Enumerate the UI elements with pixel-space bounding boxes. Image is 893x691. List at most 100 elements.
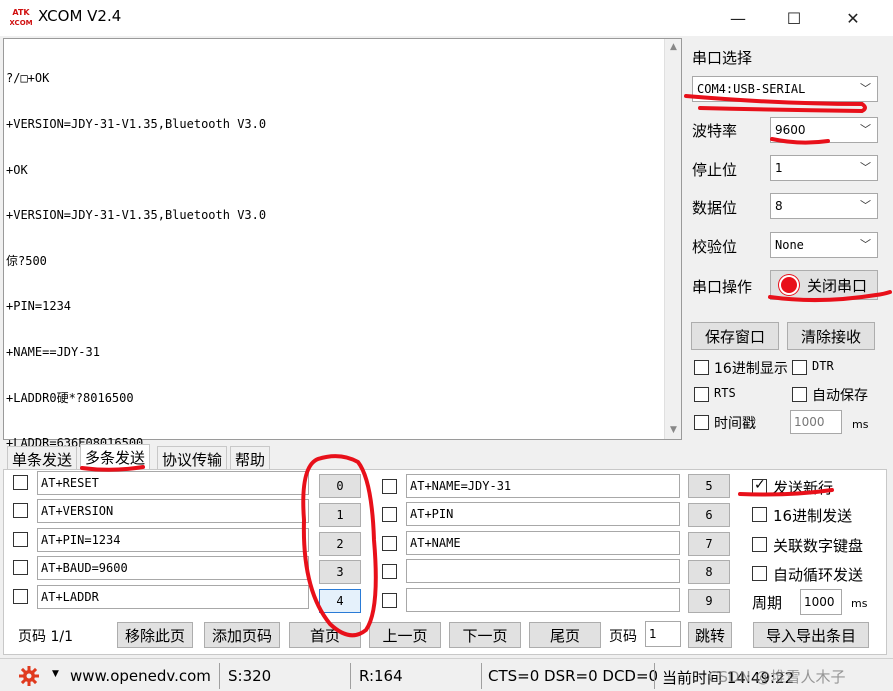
send-newline-label: 发送新行 xyxy=(773,479,834,497)
data-bits-label: 数据位 xyxy=(692,199,738,217)
minimize-button[interactable]: — xyxy=(715,0,761,36)
data-bits-select[interactable]: 8 ﹀ xyxy=(770,193,878,219)
maximize-icon: ☐ xyxy=(786,8,802,28)
tab-single-send[interactable]: 单条发送 xyxy=(7,446,78,470)
title-bar: ATK XCOM XCOM V2.4 — ☐ ✕ xyxy=(0,0,893,36)
cmd-input-1[interactable]: AT+VERSION xyxy=(37,499,309,523)
clear-receive-button[interactable]: 清除接收 xyxy=(787,322,875,350)
chevron-down-icon: ﹀ xyxy=(860,161,871,174)
tab-protocol[interactable]: 协议传输 xyxy=(157,446,228,470)
auto-loop-checkbox[interactable] xyxy=(752,566,767,581)
period-input[interactable]: 1000 xyxy=(800,589,842,615)
first-page-button[interactable]: 首页 xyxy=(289,622,361,648)
chevron-down-icon: ﹀ xyxy=(860,82,871,95)
send-button-0[interactable]: 0 xyxy=(319,474,361,498)
timestamp-checkbox[interactable] xyxy=(694,415,709,430)
cmd-checkbox-6[interactable] xyxy=(382,507,397,522)
hex-send-checkbox[interactable] xyxy=(752,507,767,522)
import-export-button[interactable]: 导入导出条目 xyxy=(753,622,869,648)
tab-help[interactable]: 帮助 xyxy=(230,446,271,470)
rts-label: RTS xyxy=(714,386,736,400)
minimize-icon: — xyxy=(730,8,746,28)
add-page-button[interactable]: 添加页码 xyxy=(204,622,280,648)
watermark: CSDN @堆雪人木子 xyxy=(708,668,846,686)
page-input-label: 页码 xyxy=(609,629,637,645)
send-button-1[interactable]: 1 xyxy=(319,503,361,527)
stop-bits-select[interactable]: 1 ﹀ xyxy=(770,155,878,181)
receive-text: ?/□+OK +VERSION=JDY-31-V1.35,Bluetooth V… xyxy=(6,41,656,482)
receive-area[interactable]: ?/□+OK +VERSION=JDY-31-V1.35,Bluetooth V… xyxy=(3,38,682,450)
parity-value: None xyxy=(775,238,804,252)
cmd-input-2[interactable]: AT+PIN=1234 xyxy=(37,528,309,552)
cmd-input-4[interactable]: AT+LADDR xyxy=(37,585,309,609)
cmd-checkbox-1[interactable] xyxy=(13,503,28,518)
jump-button[interactable]: 跳转 xyxy=(688,622,732,648)
hex-display-checkbox[interactable] xyxy=(694,360,709,375)
timestamp-input[interactable]: 1000 xyxy=(790,410,842,434)
dtr-checkbox[interactable] xyxy=(792,360,807,375)
cmd-checkbox-8[interactable] xyxy=(382,564,397,579)
cmd-checkbox-7[interactable] xyxy=(382,536,397,551)
hex-display-label: 16进制显示 xyxy=(714,361,788,377)
save-window-button[interactable]: 保存窗口 xyxy=(691,322,779,350)
cmd-input-0[interactable]: AT+RESET xyxy=(37,471,309,495)
cmd-input-7[interactable]: AT+NAME xyxy=(406,531,680,555)
send-newline-checkbox[interactable] xyxy=(752,477,767,494)
cmd-checkbox-5[interactable] xyxy=(382,479,397,494)
maximize-button[interactable]: ☐ xyxy=(771,0,817,36)
scroll-up-icon[interactable]: ▲ xyxy=(665,39,682,56)
rts-checkbox[interactable] xyxy=(694,387,709,402)
link-keyboard-label: 关联数字键盘 xyxy=(773,537,864,555)
parity-select[interactable]: None ﹀ xyxy=(770,232,878,258)
status-url[interactable]: www.openedv.com xyxy=(70,667,211,685)
chevron-down-icon: ﹀ xyxy=(860,238,871,251)
close-port-label: 关闭串口 xyxy=(806,276,867,295)
scroll-down-icon[interactable]: ▼ xyxy=(665,422,682,439)
port-select[interactable]: COM4:USB-SERIAL ﹀ xyxy=(692,76,878,102)
prev-page-button[interactable]: 上一页 xyxy=(369,622,441,648)
send-button-6[interactable]: 6 xyxy=(688,503,730,527)
baud-select[interactable]: 9600 ﹀ xyxy=(770,117,878,143)
window-title: XCOM V2.4 xyxy=(38,7,122,25)
status-recv-count: R:164 xyxy=(359,667,403,685)
status-signals: CTS=0 DSR=0 DCD=0 xyxy=(488,667,659,685)
cmd-input-5[interactable]: AT+NAME=JDY-31 xyxy=(406,474,680,498)
svg-text:XCOM: XCOM xyxy=(10,19,32,27)
dtr-label: DTR xyxy=(812,359,834,373)
send-button-9[interactable]: 9 xyxy=(688,589,730,613)
period-label: 周期 xyxy=(752,594,783,612)
close-port-button[interactable]: 关闭串口 xyxy=(770,270,878,300)
dropdown-arrow-icon[interactable]: ▼ xyxy=(52,669,59,679)
cmd-input-8[interactable] xyxy=(406,559,680,583)
cmd-input-9[interactable] xyxy=(406,588,680,612)
cmd-checkbox-0[interactable] xyxy=(13,475,28,490)
gear-icon[interactable] xyxy=(18,665,40,691)
send-button-5[interactable]: 5 xyxy=(688,474,730,498)
cmd-checkbox-9[interactable] xyxy=(382,593,397,608)
receive-line: 倞?500 xyxy=(6,253,47,268)
cmd-checkbox-4[interactable] xyxy=(13,589,28,604)
send-button-3[interactable]: 3 xyxy=(319,560,361,584)
next-page-button[interactable]: 下一页 xyxy=(449,622,521,648)
send-button-4[interactable]: 4 xyxy=(319,589,361,613)
status-separator xyxy=(350,663,351,689)
close-button[interactable]: ✕ xyxy=(830,0,876,36)
tab-multi-send[interactable]: 多条发送 xyxy=(80,444,151,470)
send-button-7[interactable]: 7 xyxy=(688,532,730,556)
vertical-scrollbar[interactable]: ▲ ▼ xyxy=(664,39,681,439)
page-input[interactable]: 1 xyxy=(645,621,681,647)
parity-label: 校验位 xyxy=(692,238,738,256)
last-page-button[interactable]: 尾页 xyxy=(529,622,601,648)
cmd-input-6[interactable]: AT+PIN xyxy=(406,502,680,526)
cmd-input-3[interactable]: AT+BAUD=9600 xyxy=(37,556,309,580)
cmd-checkbox-3[interactable] xyxy=(13,560,28,575)
cmd-checkbox-2[interactable] xyxy=(13,532,28,547)
port-op-label: 串口操作 xyxy=(692,278,753,296)
send-button-2[interactable]: 2 xyxy=(319,532,361,556)
stop-bits-value: 1 xyxy=(775,161,783,175)
autosave-checkbox[interactable] xyxy=(792,387,807,402)
send-button-8[interactable]: 8 xyxy=(688,560,730,584)
remove-page-button[interactable]: 移除此页 xyxy=(117,622,193,648)
timestamp-unit: ms xyxy=(852,418,869,431)
link-keyboard-checkbox[interactable] xyxy=(752,537,767,552)
